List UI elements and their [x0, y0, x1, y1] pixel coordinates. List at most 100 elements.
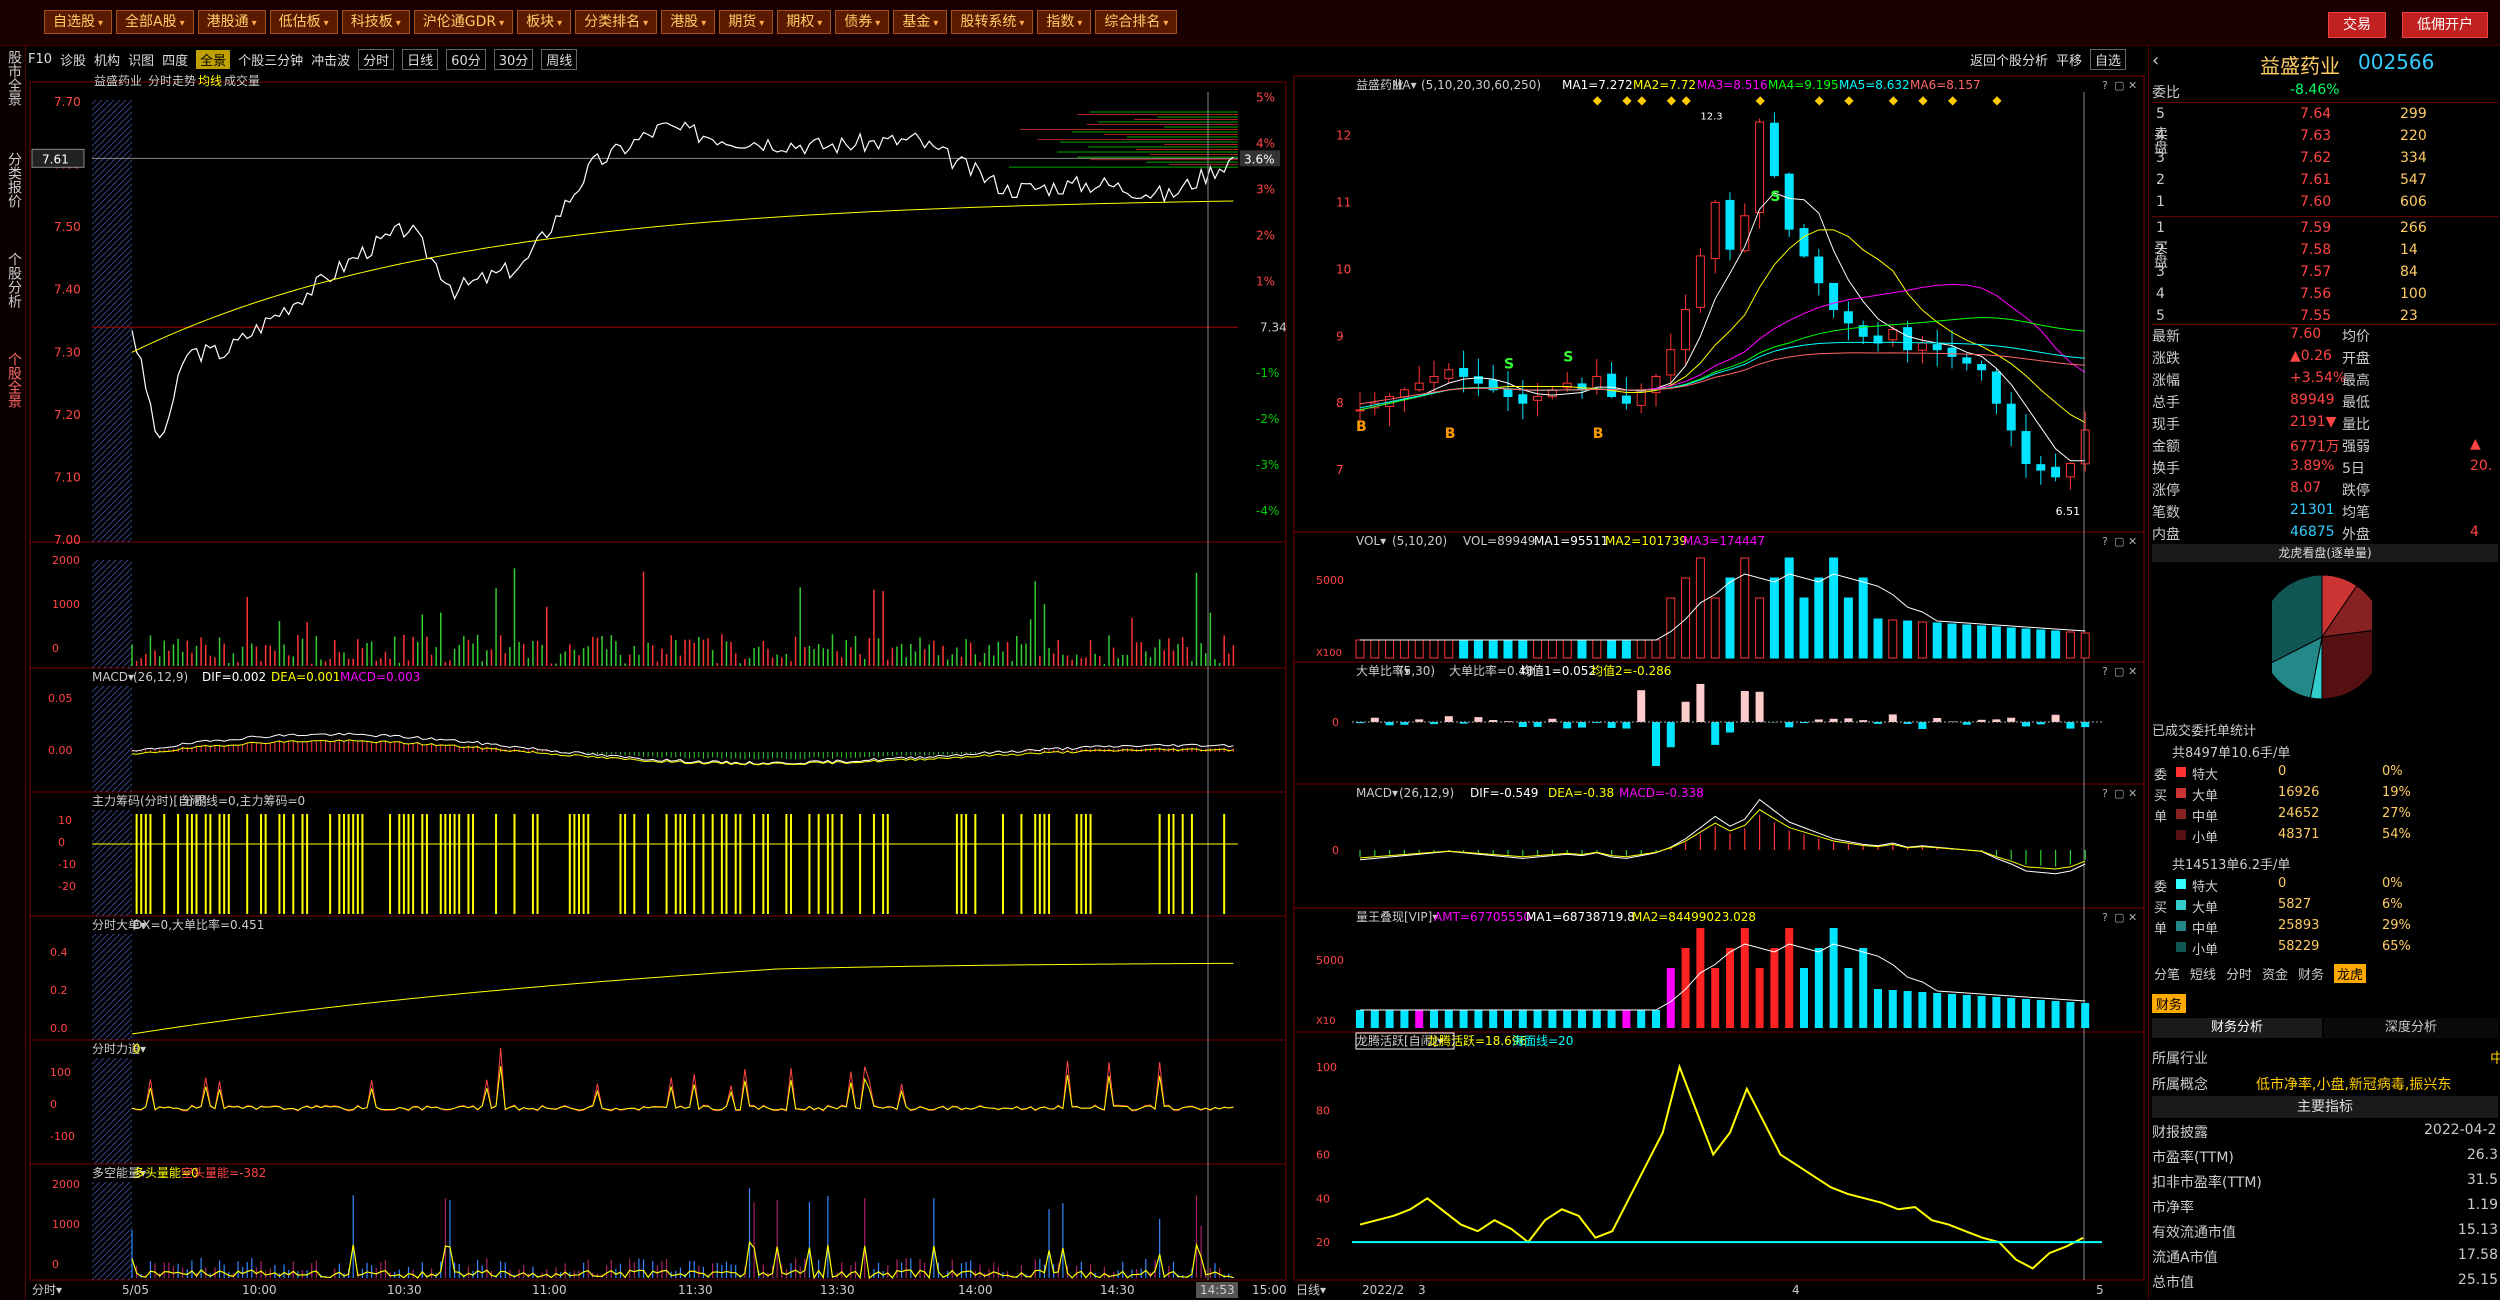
- toolbar-9-button[interactable]: 期货 ▾: [719, 10, 774, 34]
- subtab-10[interactable]: 60分: [446, 48, 486, 70]
- subtab-12[interactable]: 周线: [541, 48, 578, 70]
- lw-bar: [1696, 928, 1705, 1028]
- tab-stock-analysis[interactable]: 个股分析: [2, 252, 24, 308]
- lw-bar: [1592, 1010, 1601, 1028]
- subtab-11[interactable]: 30分: [493, 48, 534, 70]
- toolbar-12-button[interactable]: 基金 ▾: [893, 10, 948, 34]
- lw-bar: [2051, 1001, 2060, 1028]
- bottom-tab-1[interactable]: 短线: [2190, 964, 2216, 983]
- toolbar-4-button[interactable]: 科技板 ▾: [341, 10, 410, 34]
- signal-B: B: [1445, 426, 1456, 442]
- pre-open-hatch: [92, 934, 132, 1040]
- mode-label: 分时走势: [148, 74, 196, 88]
- toolbar-1-button[interactable]: 全部A股 ▾: [116, 10, 194, 34]
- toolbar-11-button[interactable]: 债券 ▾: [835, 10, 890, 34]
- vol-bar: [1562, 639, 1572, 659]
- subtab-5[interactable]: 全景: [196, 49, 231, 69]
- vol-bar: [2036, 629, 2046, 659]
- fin-analysis-tab[interactable]: 财务分析: [2152, 1018, 2322, 1038]
- side-label: 买: [2154, 901, 2168, 916]
- candle-body: [1903, 327, 1913, 351]
- low-label: 6.51: [2056, 505, 2081, 518]
- subtab-2[interactable]: 机构: [94, 50, 120, 69]
- subtab-6[interactable]: 个股三分钟: [238, 50, 303, 69]
- open-account-button[interactable]: 低佣开户: [2402, 12, 2488, 38]
- lw-bar: [1622, 1010, 1631, 1028]
- ask-level: 5: [2156, 106, 2165, 122]
- candle-body: [1444, 369, 1454, 379]
- toolbar-15-button[interactable]: 综合排名 ▾: [1095, 10, 1178, 34]
- bottom-tab-4[interactable]: 财务: [2298, 964, 2324, 983]
- toolbar-label: 港股: [670, 14, 699, 30]
- toolbar-2-button[interactable]: 港股通 ▾: [197, 10, 266, 34]
- zhuli-tick: -20: [58, 880, 76, 893]
- toolbar-6-button[interactable]: 板块 ▾: [517, 10, 572, 34]
- bid-level: 5: [2156, 308, 2165, 324]
- pan-button[interactable]: 平移: [2056, 50, 2082, 69]
- candle-body: [1799, 228, 1809, 257]
- candle-body: [2080, 429, 2090, 465]
- lw-bar: [1918, 992, 1927, 1028]
- stat-label: 总手: [2152, 395, 2180, 411]
- lw-bar: [1888, 990, 1897, 1028]
- finance-tab[interactable]: 财务: [2152, 994, 2187, 1013]
- vol-bar: [1740, 557, 1750, 659]
- back-chevron-icon[interactable]: ‹: [2152, 50, 2159, 71]
- subtab-8[interactable]: 分时: [358, 48, 395, 70]
- deep-analysis-tab[interactable]: 深度分析: [2324, 1018, 2498, 1038]
- toolbar-7-button[interactable]: 分类排名 ▾: [575, 10, 658, 34]
- pane-label: MA▾: [1392, 78, 1417, 92]
- toolbar-5-button[interactable]: 沪伦通GDR ▾: [413, 10, 514, 34]
- fin-value: 26.3: [2466, 1147, 2498, 1163]
- stat-label-2: 外盘: [2342, 527, 2370, 543]
- date-tick: 4: [1792, 1283, 1800, 1297]
- lw-bar: [1666, 968, 1675, 1028]
- bottom-tab-2[interactable]: 分时: [2226, 964, 2252, 983]
- order-pct: 6%: [2382, 897, 2403, 912]
- chevron-down-icon: ▾: [643, 18, 649, 29]
- lw-bar: [1459, 1010, 1468, 1028]
- pane-label: 空头量能=-382: [181, 1166, 266, 1180]
- lw-bar: [1548, 1010, 1557, 1028]
- tab-market-overview[interactable]: 股市全景: [2, 50, 24, 106]
- subtab-0[interactable]: F10: [28, 52, 52, 67]
- toolbar-10-button[interactable]: 期权 ▾: [777, 10, 832, 34]
- subtab-1[interactable]: 诊股: [60, 50, 86, 69]
- subtab-9[interactable]: 日线: [402, 48, 439, 70]
- bottom-tab-5[interactable]: 龙虎: [2334, 964, 2367, 983]
- watchlist-dropdown[interactable]: 自选: [2090, 48, 2127, 70]
- dr-bar: [1518, 722, 1527, 727]
- subtab-7[interactable]: 冲击波: [311, 50, 350, 69]
- pane-label: 均值2=-0.286: [1591, 663, 1671, 678]
- dr-bar: [1726, 722, 1734, 733]
- toolbar-8-button[interactable]: 港股 ▾: [661, 10, 716, 34]
- bottom-tab-3[interactable]: 资金: [2262, 964, 2288, 983]
- side-label: 单: [2154, 922, 2168, 937]
- pane-label: (26,12,9): [133, 670, 188, 684]
- subtab-3[interactable]: 识图: [128, 50, 154, 69]
- ask-volume: 299: [2400, 106, 2427, 122]
- help-icon: ?: [2102, 911, 2108, 924]
- toolbar-label: 全部A股: [125, 14, 177, 30]
- pane-label: MACD=-0.338: [1619, 786, 1704, 800]
- toolbar-3-button[interactable]: 低估板 ▾: [269, 10, 338, 34]
- back-to-analysis-button[interactable]: 返回个股分析: [1970, 50, 2048, 69]
- toolbar-0-button[interactable]: 自选股 ▾: [44, 10, 113, 34]
- tab-category-quote[interactable]: 分类报价: [2, 152, 24, 208]
- tab-stock-overview[interactable]: 个股全景: [2, 352, 24, 408]
- trade-button[interactable]: 交易: [2328, 12, 2386, 38]
- bottom-tab-0[interactable]: 分笔: [2154, 964, 2180, 983]
- minimize-icon: ▢: [2114, 911, 2124, 924]
- pct-tick: 2%: [1256, 228, 1275, 242]
- toolbar-13-button[interactable]: 股转系统 ▾: [951, 10, 1034, 34]
- vol-bar: [1947, 623, 1957, 659]
- vol-bar: [2065, 631, 2075, 659]
- toolbar-14-button[interactable]: 指数 ▾: [1037, 10, 1092, 34]
- pre-open-hatch: [92, 686, 132, 792]
- candle-body: [1769, 122, 1779, 177]
- chevron-down-icon: ▾: [759, 18, 765, 29]
- bid-price: 7.56: [2300, 286, 2332, 302]
- subtab-4[interactable]: 四度: [162, 50, 188, 69]
- dadan-tick: 0.4: [50, 946, 68, 959]
- vol-bar: [1355, 639, 1365, 659]
